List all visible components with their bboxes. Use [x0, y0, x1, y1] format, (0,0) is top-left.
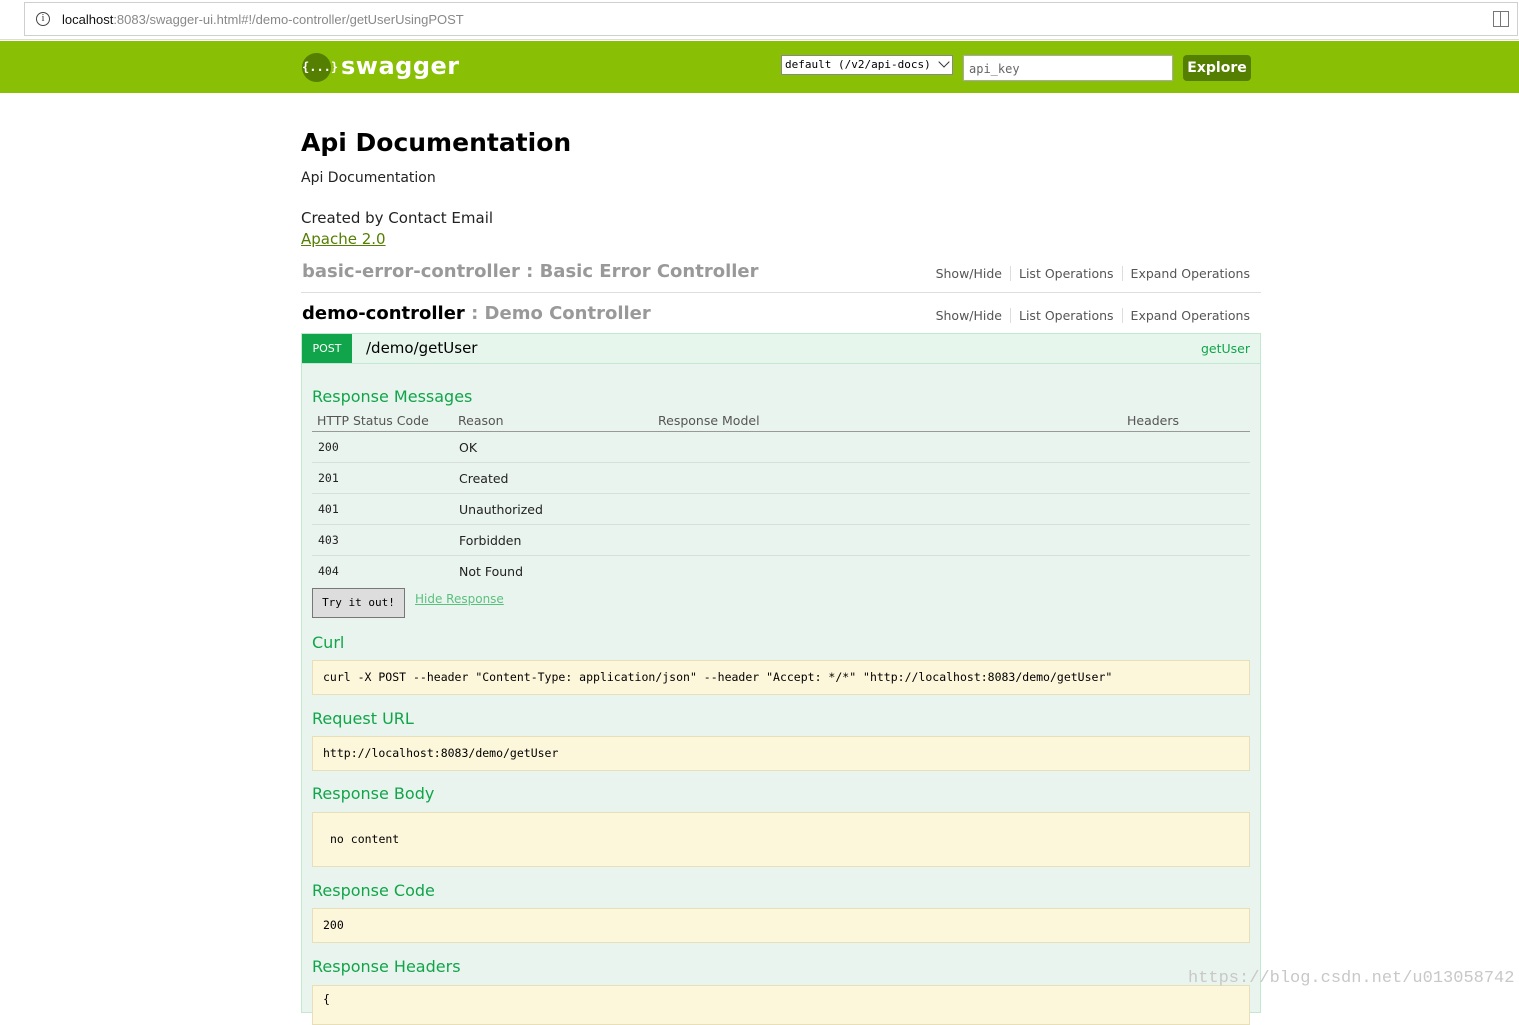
response-code-title: Response Code [312, 881, 435, 900]
swagger-logo-icon[interactable]: {...} [302, 53, 338, 82]
expand-operations-link[interactable]: Expand Operations [1121, 266, 1250, 281]
controller-demo: demo-controller : Demo Controller Show/H… [301, 301, 1261, 337]
status-code: 200 [312, 431, 453, 463]
operation-heading[interactable]: POST /demo/getUser getUser [302, 334, 1260, 364]
watermark: https://blog.csdn.net/u013058742 [1188, 969, 1515, 988]
request-url-title: Request URL [312, 709, 414, 728]
try-it-out-button[interactable]: Try it out! [312, 588, 405, 618]
info-icon[interactable]: i [36, 12, 50, 26]
reader-view-icon[interactable] [1493, 11, 1509, 27]
response-headers-block: { [312, 985, 1250, 1025]
curl-title: Curl [312, 633, 345, 652]
column-header: Reason [453, 409, 653, 432]
response-messages-table: HTTP Status Code Reason Response Model H… [312, 409, 1250, 586]
reason: Forbidden [453, 524, 653, 556]
reason: Created [453, 462, 653, 494]
explore-button[interactable]: Explore [1183, 55, 1251, 81]
table-row: 404 Not Found [312, 556, 1250, 587]
reason: Not Found [459, 563, 524, 579]
reason: Unauthorized [453, 493, 653, 525]
spec-select[interactable]: default (/v2/api-docs) [781, 55, 953, 75]
swagger-header: {...} swagger default (/v2/api-docs) api… [0, 41, 1519, 93]
url-host: localhost [62, 12, 114, 27]
show-hide-link[interactable]: Show/Hide [928, 266, 1010, 281]
controller-actions: Show/Hide List Operations Expand Operation… [928, 266, 1250, 281]
table-row: 201 Created [312, 462, 1250, 494]
controller-title[interactable]: basic-error-controller : Basic Error Con… [302, 261, 759, 282]
operation-nickname[interactable]: getUser [1201, 341, 1250, 356]
controller-name: demo-controller [302, 303, 465, 324]
status-code: 404 [318, 564, 339, 578]
reason: OK [453, 431, 653, 463]
table-row: 200 OK [312, 431, 1250, 463]
response-body-block: no content [312, 812, 1250, 867]
url-path: :8083/swagger-ui.html#!/demo-controller/… [113, 12, 464, 27]
chevron-down-icon [938, 56, 950, 68]
curl-block: curl -X POST --header "Content-Type: app… [312, 660, 1250, 695]
status-code: 403 [312, 524, 453, 556]
url-text[interactable]: localhost:8083/swagger-ui.html#!/demo-co… [62, 12, 464, 27]
swagger-logo-text[interactable]: swagger [341, 52, 460, 80]
controller-basic-error: basic-error-controller : Basic Error Con… [301, 259, 1261, 293]
list-operations-link[interactable]: List Operations [1010, 266, 1122, 281]
column-header: HTTP Status Code [312, 409, 453, 432]
controller-description: : Basic Error Controller [519, 261, 759, 282]
list-operations-link[interactable]: List Operations [1010, 308, 1122, 323]
show-hide-link[interactable]: Show/Hide [928, 308, 1010, 323]
url-field[interactable]: i localhost:8083/swagger-ui.html#!/demo-… [24, 2, 1518, 36]
hide-response-link[interactable]: Hide Response [415, 592, 504, 606]
method-badge[interactable]: POST [302, 334, 352, 363]
column-header: Response Model [653, 409, 1122, 432]
column-header: Headers [1122, 409, 1250, 432]
response-headers-title: Response Headers [312, 957, 461, 976]
response-messages-title: Response Messages [312, 387, 473, 406]
status-code: 201 [312, 462, 453, 494]
api-description: Api Documentation [301, 170, 436, 186]
request-url-block: http://localhost:8083/demo/getUser [312, 736, 1250, 771]
response-body-title: Response Body [312, 784, 435, 803]
table-header-row: HTTP Status Code Reason Response Model H… [312, 409, 1250, 432]
contact-line: Created by Contact Email [301, 209, 494, 227]
operation-path[interactable]: /demo/getUser [366, 339, 477, 357]
browser-address-bar: i localhost:8083/swagger-ui.html#!/demo-… [0, 0, 1519, 40]
controller-name: basic-error-controller [302, 261, 520, 282]
spec-select-value: default (/v2/api-docs) [785, 58, 931, 71]
api-key-input[interactable]: api_key [963, 55, 1173, 81]
operation-panel: POST /demo/getUser getUser Response Mess… [301, 333, 1261, 1025]
controller-title[interactable]: demo-controller : Demo Controller [302, 303, 651, 324]
page-title: Api Documentation [301, 128, 572, 157]
response-code-block: 200 [312, 908, 1250, 943]
status-code: 401 [312, 493, 453, 525]
expand-operations-link[interactable]: Expand Operations [1121, 308, 1250, 323]
license-link[interactable]: Apache 2.0 [301, 230, 386, 248]
controller-description: : Demo Controller [464, 303, 651, 324]
table-row: 401 Unauthorized [312, 493, 1250, 525]
controller-actions: Show/Hide List Operations Expand Operation… [928, 308, 1250, 323]
table-row: 403 Forbidden [312, 524, 1250, 556]
